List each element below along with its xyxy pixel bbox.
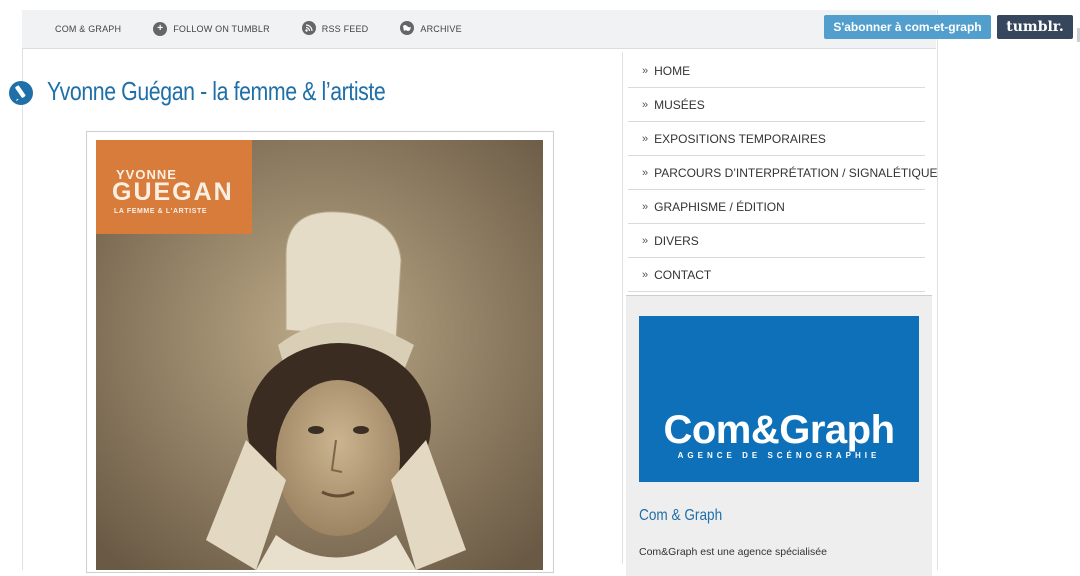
photo-banner: YVONNE GUEGAN LA FEMME & L'ARTISTE — [96, 140, 252, 234]
logo-tagline: AGENCE DE SCÉNOGRAPHIE — [677, 451, 881, 460]
sidebar-item-label: EXPOSITIONS TEMPORAIRES — [654, 131, 826, 146]
sidebar-item-label: MUSÉES — [654, 97, 705, 112]
nav-archive[interactable]: ARCHIVE — [400, 21, 462, 37]
com-graph-logo[interactable]: Com&Graph AGENCE DE SCÉNOGRAPHIE — [639, 316, 919, 482]
sidebar-divider — [622, 52, 623, 564]
nav-archive-label: ARCHIVE — [420, 24, 462, 34]
widget-title: Com & Graph — [639, 507, 723, 524]
double-chevron-icon: » — [642, 166, 649, 179]
plus-circle-icon: + — [153, 22, 168, 36]
sidebar-item-graphisme[interactable]: » GRAPHISME / ÉDITION — [628, 190, 925, 224]
about-widget: Com&Graph AGENCE DE SCÉNOGRAPHIE Com & G… — [626, 295, 932, 576]
globe-icon — [400, 21, 415, 37]
banner-line-3: LA FEMME & L'ARTISTE — [114, 208, 208, 215]
sidebar-item-contact[interactable]: » CONTACT — [628, 258, 925, 292]
tumblr-logo-button[interactable]: tumblr. — [997, 15, 1073, 39]
top-navigation: COM & GRAPH + FOLLOW ON TUMBLR RSS FEED … — [22, 10, 936, 49]
nav-rss-feed[interactable]: RSS FEED — [301, 21, 369, 37]
nav-com-graph-label: COM & GRAPH — [55, 24, 122, 34]
sidebar-item-label: DIVERS — [654, 233, 699, 248]
sidebar-item-home[interactable]: » HOME — [628, 54, 925, 88]
double-chevron-icon: » — [642, 64, 649, 77]
banner-line-2: GUEGAN — [112, 178, 234, 206]
nav-follow-label: FOLLOW ON TUMBLR — [173, 24, 270, 34]
post-photo[interactable]: YVONNE GUEGAN LA FEMME & L'ARTISTE — [96, 140, 543, 570]
sidebar-item-expositions[interactable]: » EXPOSITIONS TEMPORAIRES — [628, 122, 925, 156]
pencil-icon — [9, 81, 33, 105]
widget-description: Com&Graph est une agence spécialisée — [639, 546, 827, 558]
nav-rss-label: RSS FEED — [321, 24, 369, 34]
double-chevron-icon: » — [642, 234, 649, 247]
sidebar-item-label: GRAPHISME / ÉDITION — [654, 199, 785, 214]
sidebar-item-label: CONTACT — [654, 267, 712, 282]
sidebar-item-label: PARCOURS D’INTERPRÉTATION / SIGNALÉTIQUE — [654, 165, 938, 180]
sidebar-item-divers[interactable]: » DIVERS — [628, 224, 925, 258]
double-chevron-icon: » — [642, 200, 649, 213]
double-chevron-icon: » — [642, 98, 649, 111]
nav-com-graph[interactable]: COM & GRAPH — [55, 24, 121, 34]
rss-icon — [301, 21, 316, 37]
sidebar-item-parcours[interactable]: » PARCOURS D’INTERPRÉTATION / SIGNALÉTIQU… — [628, 156, 938, 190]
double-chevron-icon: » — [642, 268, 649, 281]
nav-follow-on-tumblr[interactable]: + FOLLOW ON TUMBLR — [153, 22, 270, 36]
double-chevron-icon: » — [642, 132, 649, 145]
sidebar-menu: » HOME » MUSÉES » EXPOSITIONS TEMPORAIRES »… — [628, 54, 938, 292]
subscribe-button[interactable]: S'abonner à com-et-graph — [824, 15, 991, 39]
post-title[interactable]: Yvonne Guégan - la femme & l’artiste — [47, 76, 386, 107]
sidebar-item-label: HOME — [654, 63, 691, 78]
sidebar-item-musees[interactable]: » MUSÉES — [628, 88, 925, 122]
logo-wordmark: Com&Graph — [663, 408, 895, 452]
